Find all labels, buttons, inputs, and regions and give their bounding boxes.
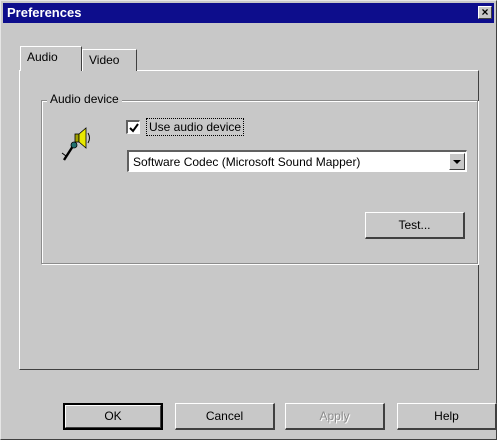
- apply-button[interactable]: Apply: [285, 403, 385, 430]
- audio-device-select[interactable]: Software Codec (Microsoft Sound Mapper): [127, 150, 467, 172]
- window-title: Preferences: [7, 5, 82, 20]
- tab-audio[interactable]: Audio: [20, 46, 82, 71]
- close-icon: ×: [481, 5, 489, 19]
- test-button-label: Test...: [398, 218, 431, 232]
- test-button[interactable]: Test...: [365, 212, 465, 239]
- audio-device-select-value: Software Codec (Microsoft Sound Mapper): [133, 155, 361, 169]
- dropdown-button[interactable]: [449, 153, 465, 170]
- tab-video[interactable]: Video: [82, 49, 137, 71]
- use-audio-device-label[interactable]: Use audio device: [146, 118, 245, 136]
- cancel-button[interactable]: Cancel: [175, 403, 275, 430]
- help-button[interactable]: Help: [397, 403, 497, 430]
- close-button[interactable]: ×: [478, 6, 492, 19]
- chevron-down-icon: [453, 160, 461, 164]
- audio-device-group-label: Audio device: [47, 91, 122, 107]
- ok-button[interactable]: OK: [63, 403, 163, 430]
- audio-device-groupbox: [41, 100, 478, 264]
- use-audio-device-checkbox[interactable]: [126, 120, 140, 134]
- ok-button-label: OK: [65, 405, 161, 428]
- speaker-microphone-icon: [61, 127, 90, 161]
- title-bar[interactable]: Preferences ×: [3, 3, 494, 23]
- check-icon: [129, 123, 139, 133]
